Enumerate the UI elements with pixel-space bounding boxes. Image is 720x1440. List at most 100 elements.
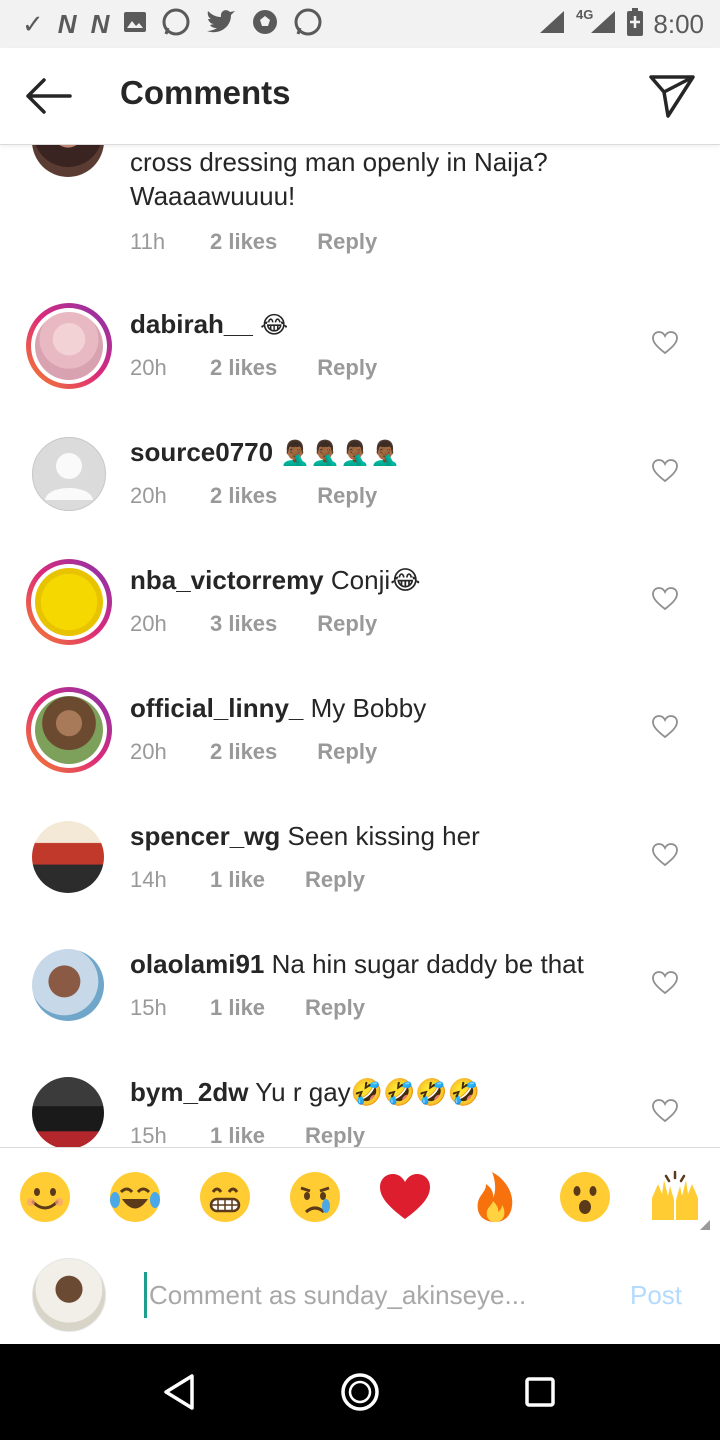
recents-nav-button[interactable]: [520, 1372, 560, 1412]
comment-time: 20h: [130, 739, 167, 764]
comment-text: cross dressing man openly in Naija?: [130, 147, 548, 177]
likes-count[interactable]: 1 like: [210, 1123, 265, 1147]
emoji-bar: [0, 1147, 720, 1245]
comment-item: bym_2dw Yu r gay🤣🤣🤣🤣 15h 1 like Reply: [0, 1071, 720, 1147]
username[interactable]: source0770: [130, 437, 273, 467]
heart-icon[interactable]: [652, 1099, 678, 1123]
comment-text: Yu r gay🤣🤣🤣🤣: [255, 1077, 481, 1107]
likes-count[interactable]: 2 likes: [210, 739, 277, 765]
comment-line: olaolami91 Na hin sugar daddy be that: [130, 949, 584, 980]
astonished-emoji-icon: [560, 1172, 610, 1222]
avatar[interactable]: [26, 559, 112, 645]
avatar[interactable]: [26, 687, 112, 773]
heart-icon[interactable]: [652, 971, 678, 995]
square-recents-icon: [525, 1377, 555, 1407]
comment-meta: 15h 1 like Reply: [130, 995, 365, 1021]
avatar[interactable]: [26, 1071, 112, 1147]
reply-button[interactable]: Reply: [317, 229, 377, 255]
comment-meta: 15h 1 like Reply: [130, 1123, 365, 1147]
likes-count[interactable]: 1 like: [210, 867, 265, 893]
signal-icon: [589, 9, 617, 40]
gallery-icon: [123, 11, 147, 37]
emoji-button[interactable]: [198, 1170, 252, 1224]
heart-icon[interactable]: [652, 587, 678, 611]
n-icon: N: [90, 9, 110, 39]
reply-button[interactable]: Reply: [317, 483, 377, 509]
reply-button[interactable]: Reply: [317, 611, 377, 637]
avatar[interactable]: [26, 303, 112, 389]
heart-icon[interactable]: [652, 843, 678, 867]
username[interactable]: official_linny_: [130, 693, 303, 723]
comment-time: 11h: [130, 229, 166, 254]
likes-count[interactable]: 1 like: [210, 995, 265, 1021]
emoji-button[interactable]: [468, 1170, 522, 1224]
reply-button[interactable]: Reply: [305, 1123, 365, 1147]
raising-hands-emoji-icon: [652, 1170, 698, 1220]
avatar[interactable]: [26, 431, 112, 517]
comment-line: spencer_wg Seen kissing her: [130, 821, 480, 852]
likes-count[interactable]: 2 likes: [210, 355, 277, 381]
comment-item: olaolami91 Na hin sugar daddy be that 15…: [0, 943, 720, 1071]
post-button[interactable]: Post: [630, 1280, 682, 1311]
grin-emoji-icon: [200, 1172, 250, 1222]
emoji-button[interactable]: [108, 1170, 162, 1224]
comment-line: official_linny_ My Bobby: [130, 693, 426, 724]
whatsapp-icon: [161, 7, 191, 41]
comment-meta: 20h 2 likes Reply: [130, 483, 377, 509]
back-button[interactable]: [22, 74, 74, 118]
emoji-button[interactable]: [18, 1170, 72, 1224]
avatar[interactable]: [26, 943, 112, 1029]
comment-text: My Bobby: [310, 693, 427, 723]
clock: 8:00: [653, 8, 704, 39]
comment-line: dabirah__ 😂: [130, 309, 288, 340]
reply-button[interactable]: Reply: [317, 739, 377, 765]
avatar[interactable]: [26, 145, 112, 185]
comment-input[interactable]: [144, 1272, 591, 1318]
comment-line: nba_victorremy Conji😂: [130, 565, 421, 596]
comment-meta: 20h 3 likes Reply: [130, 611, 377, 637]
comment-text: Na hin sugar daddy be that: [271, 949, 584, 979]
emoji-button[interactable]: [558, 1170, 612, 1224]
comment-time: 15h: [130, 995, 167, 1020]
comment-meta: 11h 2 likes Reply: [130, 229, 377, 255]
avatar[interactable]: [26, 815, 112, 901]
emoji-button[interactable]: [648, 1170, 702, 1224]
share-button[interactable]: [648, 72, 696, 120]
header: Comments: [0, 48, 720, 145]
reply-button[interactable]: Reply: [305, 867, 365, 893]
fire-emoji-icon: [477, 1172, 513, 1222]
username[interactable]: nba_victorremy: [130, 565, 324, 595]
comment-time: 20h: [130, 355, 167, 380]
likes-count[interactable]: 3 likes: [210, 611, 277, 637]
comment-item: dabirah__ 😂 20h 2 likes Reply: [0, 303, 720, 431]
emoji-button[interactable]: [288, 1170, 342, 1224]
username[interactable]: olaolami91: [130, 949, 264, 979]
comment-meta: 20h 2 likes Reply: [130, 739, 377, 765]
navigation-bar: [0, 1344, 720, 1440]
comment-meta: 14h 1 like Reply: [130, 867, 365, 893]
username[interactable]: bym_2dw: [130, 1077, 249, 1107]
home-nav-button[interactable]: [340, 1372, 380, 1412]
soccer-icon: [251, 8, 279, 40]
username[interactable]: dabirah__: [130, 309, 253, 339]
crying-emoji-icon: [290, 1172, 340, 1222]
back-nav-button[interactable]: [160, 1372, 200, 1412]
comment-text: Seen kissing her: [287, 821, 480, 851]
emoji-button[interactable]: [378, 1170, 432, 1224]
send-icon: [649, 75, 695, 118]
comment-time: 20h: [130, 483, 167, 508]
comment-text: 😂: [260, 312, 289, 339]
reply-button[interactable]: Reply: [317, 355, 377, 381]
likes-count[interactable]: 2 likes: [210, 229, 277, 255]
twitter-icon: [205, 9, 237, 39]
network-type: 4G: [576, 6, 594, 22]
comments-list[interactable]: cross dressing man openly in Naija? Waaa…: [0, 145, 720, 1147]
triangle-back-icon: [164, 1374, 194, 1410]
heart-icon[interactable]: [652, 459, 678, 483]
heart-icon[interactable]: [652, 331, 678, 355]
reply-button[interactable]: Reply: [305, 995, 365, 1021]
username[interactable]: spencer_wg: [130, 821, 280, 851]
heart-icon[interactable]: [652, 715, 678, 739]
likes-count[interactable]: 2 likes: [210, 483, 277, 509]
status-bar: ✓ N N 4G 8:00: [0, 0, 720, 48]
